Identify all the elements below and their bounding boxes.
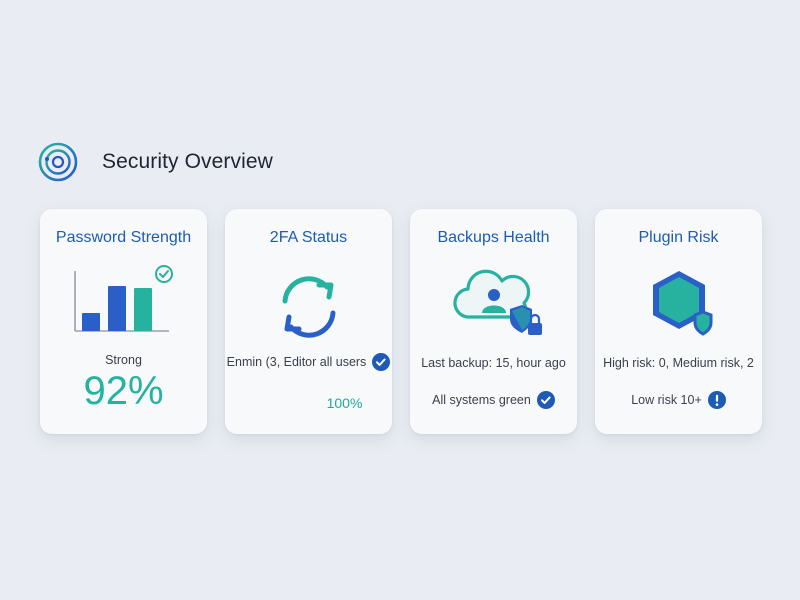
bar-mid — [107, 286, 126, 331]
sync-arrows-icon — [225, 265, 392, 349]
bar-high — [133, 288, 152, 331]
risk-status-line: Low risk 10+ — [595, 391, 762, 409]
card-title: Backups Health — [437, 229, 550, 246]
radar-target-icon — [38, 142, 78, 182]
plugin-risk-card[interactable]: Plugin Risk High risk: 0, Medium risk, 2… — [595, 209, 762, 434]
card-title: Plugin Risk — [638, 229, 719, 246]
strength-value: 92% — [83, 369, 164, 413]
strength-label: Strong — [105, 353, 142, 367]
password-strength-card[interactable]: Password Strength Strong 92% — [40, 209, 207, 434]
twofa-status-card[interactable]: 2FA Status Enmin (3, Editor all users 10… — [225, 209, 392, 434]
card-title: Password Strength — [55, 229, 192, 246]
risk-breakdown-text: High risk: 0, Medium risk, 2 — [603, 356, 754, 370]
bar-low — [81, 313, 100, 331]
hexagon-shield-icon — [595, 265, 762, 349]
bar-chart-check-icon — [40, 265, 207, 349]
card-row: Password Strength Strong 92% 2FA Status — [40, 209, 762, 434]
page-title: Security Overview — [102, 150, 273, 173]
backups-health-card[interactable]: Backups Health Last backup: 15, hour ago… — [410, 209, 577, 434]
last-backup-text: Last backup: 15, hour ago — [421, 356, 566, 370]
backup-status-text: All systems green — [432, 393, 531, 407]
check-circle-icon — [372, 353, 391, 371]
twofa-status-line: Enmin (3, Editor all users — [225, 353, 392, 371]
page-header: Security Overview — [38, 142, 273, 182]
twofa-status-text: Enmin (3, Editor all users — [226, 355, 367, 369]
card-title: 2FA Status — [269, 229, 348, 246]
risk-status-text: Low risk 10+ — [631, 393, 702, 407]
exclamation-circle-icon — [707, 391, 726, 409]
backup-status-line: All systems green — [410, 391, 577, 409]
check-circle-icon — [536, 391, 555, 409]
twofa-percent: 100% — [326, 395, 363, 411]
cloud-user-shield-lock-icon — [410, 265, 577, 349]
